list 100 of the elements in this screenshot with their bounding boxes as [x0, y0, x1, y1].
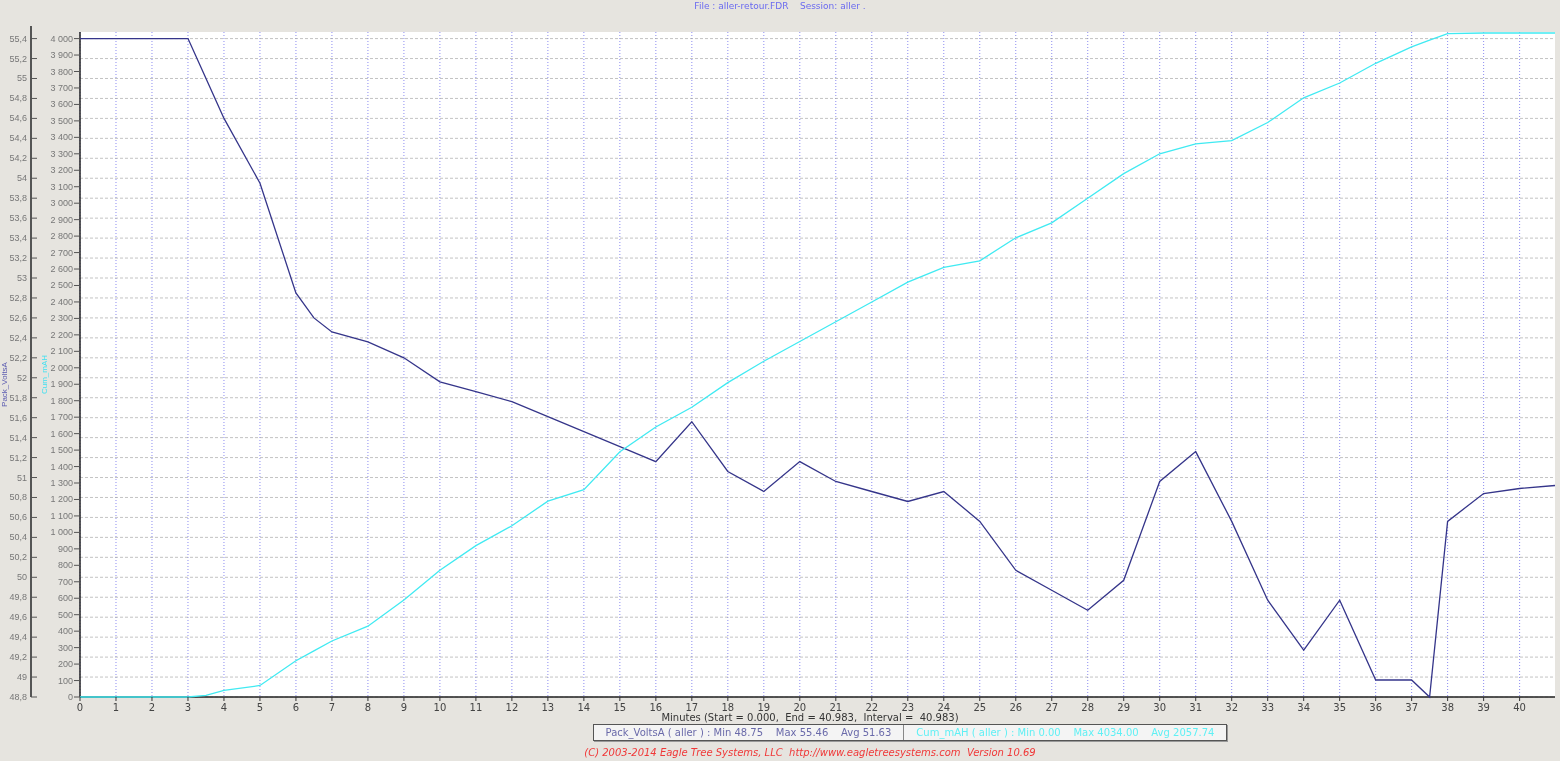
axis-tick-label: 800: [57, 560, 73, 571]
axis-tick-label: 100: [57, 675, 73, 686]
axis-tick-label: 3 100: [50, 181, 73, 192]
axis-tick-label: 36: [1369, 702, 1383, 712]
axis-tick-label: 11: [469, 702, 483, 712]
axis-tick-label: 52,2: [9, 352, 27, 363]
axis-tick-label: 13: [541, 702, 555, 712]
axis-tick-label: 1 000: [50, 527, 73, 538]
axis-tick-label: 53,2: [9, 253, 27, 264]
axis-tick-label: 3: [184, 702, 192, 712]
legend-stats: : Min 0.00 Max 4034.00 Avg 2057.74: [1010, 727, 1215, 738]
axis-tick-label: 37: [1405, 702, 1418, 712]
axis-tick-label: 400: [57, 626, 73, 637]
axis-tick-label: 3 200: [50, 165, 73, 176]
axis-title: Pack_VoltsA: [0, 362, 9, 407]
axis-tick-label: 9: [400, 702, 408, 712]
axis-tick-label: 3 700: [50, 82, 73, 93]
copyright-text: (C) 2003-2014 Eagle Tree Systems, LLC http://www.eagletreesystems.com Version 10.69: [583, 747, 1037, 758]
axis-tick-label: 3 600: [50, 99, 73, 110]
axis-tick-label: 1 900: [50, 379, 73, 390]
axis-tick-label: 50,2: [9, 552, 27, 563]
axis-tick-label: 1 200: [50, 494, 73, 505]
axis-tick-label: 3 900: [50, 50, 73, 61]
axis-tick-label: 22: [865, 702, 879, 712]
axis-tick-label: 52: [17, 372, 27, 383]
axis-tick-label: 38: [1441, 702, 1454, 712]
axis-tick-label: 20: [793, 702, 807, 712]
axis-tick-label: 51: [17, 472, 27, 483]
axis-title: Minutes (Start = 0.000, End = 40.983, Interval = 40.983): [660, 712, 960, 724]
axis-tick-label: 14: [577, 702, 591, 712]
axis-tick-label: 3 800: [50, 66, 73, 77]
axis-tick-label: 54: [17, 173, 27, 184]
axis-tick-label: 49,2: [9, 652, 27, 663]
axis-tick-label: 54,6: [9, 113, 27, 124]
axis-tick-label: 300: [57, 642, 73, 653]
axis-tick-label: 19: [757, 702, 771, 712]
axis-tick-label: 3 300: [50, 148, 73, 159]
axis-tick-label: 49,4: [9, 632, 27, 643]
axis-tick-label: 2 300: [50, 313, 73, 324]
axis-tick-label: 4: [220, 702, 228, 712]
axis-tick-label: 50: [17, 572, 27, 583]
axis-tick-label: 10: [433, 702, 447, 712]
axis-tick-label: 30: [1153, 702, 1167, 712]
axis-tick-label: 40: [1513, 702, 1526, 712]
axis-tick-label: 48,8: [9, 692, 27, 702]
axis-tick-label: 1 800: [50, 395, 73, 406]
axis-tick-label: 51,4: [9, 432, 27, 443]
axis-tick-label: 34: [1297, 702, 1311, 712]
axis-tick-label: 1 400: [50, 461, 73, 472]
axis-tick-label: 700: [57, 576, 73, 587]
axis-tick-label: 53: [17, 273, 27, 283]
axis-tick-label: 49,6: [9, 612, 27, 623]
axis-tick-label: 2 000: [50, 362, 73, 373]
axis-tick-label: 8: [364, 702, 372, 712]
axis-tick-label: 29: [1117, 702, 1131, 712]
axis-tick-label: 21: [829, 702, 843, 712]
axis-tick-label: 27: [1045, 702, 1059, 712]
axis-tick-label: 55,2: [9, 53, 27, 64]
axis-tick-label: 2 100: [50, 346, 73, 357]
axis-tick-label: 1 500: [50, 445, 73, 456]
axis-tick-label: 200: [57, 659, 73, 670]
axis-tick-label: 2 800: [50, 231, 73, 242]
axis-tick-label: 51,2: [9, 452, 27, 463]
axis-tick-label: 51,8: [9, 392, 27, 403]
axis-tick-label: 53,4: [9, 233, 27, 244]
axis-tick-label: 2 900: [50, 214, 73, 225]
axis-tick-label: 50,4: [9, 532, 27, 543]
axis-tick-label: 15: [613, 702, 627, 712]
axis-tick-label: 53,6: [9, 213, 27, 224]
axis-tick-label: 28: [1081, 702, 1095, 712]
axis-tick-label: 2 400: [50, 296, 73, 307]
axis-tick-label: 26: [1009, 702, 1023, 712]
axis-tick-label: 32: [1225, 702, 1239, 712]
axis-tick-label: 0: [68, 692, 73, 702]
axis-tick-label: 500: [57, 609, 73, 620]
axis-tick-label: 2 500: [50, 280, 73, 291]
axis-tick-label: 33: [1261, 702, 1275, 712]
axis-tick-label: 31: [1189, 702, 1203, 712]
window-title: File : aller-retour.FDR Session: aller .: [693, 0, 867, 12]
axis-tick-label: 16: [649, 702, 663, 712]
axis-tick-label: 25: [973, 702, 987, 712]
axis-tick-label: 2: [148, 702, 156, 712]
axis-tick-label: 7: [328, 702, 336, 712]
axis-title: Cum_mAH: [40, 354, 49, 395]
axis-tick-label: 3 000: [50, 198, 73, 209]
axis-tick-label: 1 100: [50, 510, 73, 521]
axis-tick-label: 55: [17, 73, 27, 84]
axis-tick-label: 52,4: [9, 332, 27, 343]
axis-tick-label: 4 000: [50, 33, 73, 44]
axis-tick-label: 17: [685, 702, 699, 712]
axis-tick-label: 1 700: [50, 412, 73, 423]
axis-tick-label: 5: [256, 702, 264, 712]
axis-tick-label: 18: [721, 702, 735, 712]
axis-tick-label: 50,8: [9, 492, 27, 503]
axis-tick-label: 53,8: [9, 193, 27, 204]
axis-tick-label: 50,6: [9, 512, 27, 523]
axis-tick-label: 1 600: [50, 428, 73, 439]
axis-tick-label: 24: [937, 702, 951, 712]
axis-tick-label: 0: [76, 702, 84, 712]
axis-tick-label: 54,4: [9, 133, 27, 144]
